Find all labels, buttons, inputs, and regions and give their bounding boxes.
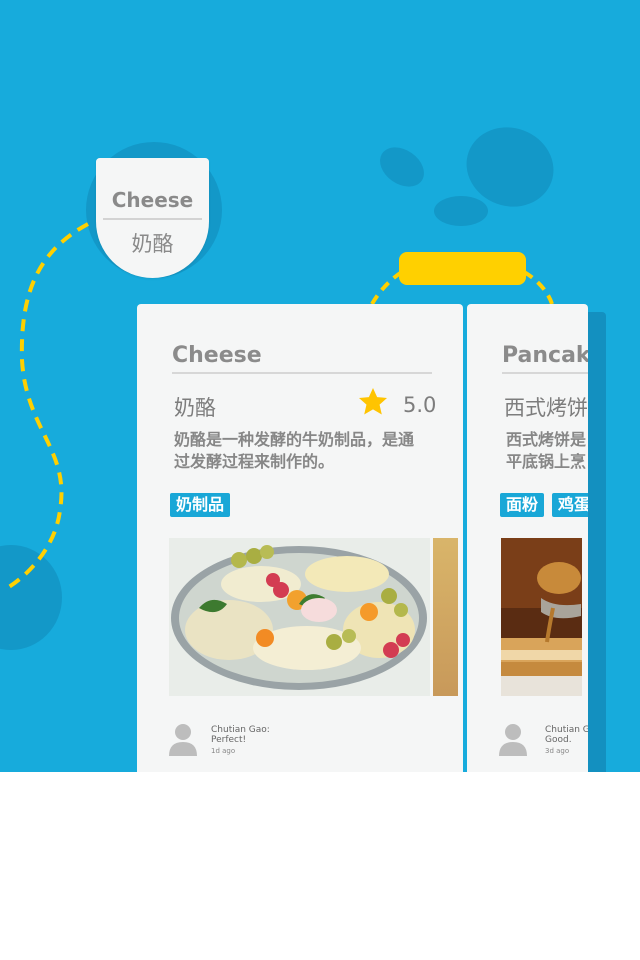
ingredient-chip[interactable]: 奶制品 [170, 493, 231, 517]
comment-text: Perfect! [211, 735, 247, 745]
card-title-en: Cheese [172, 343, 262, 368]
food-card-pancake[interactable]: Pancake 西式烤饼 西式烤饼是 平底锅上烹 面粉 鸡蛋 [467, 304, 588, 772]
divider [502, 372, 588, 374]
card-stack-edge [588, 312, 606, 772]
comment-user: Chutian G [545, 725, 588, 735]
comment-time: 1d ago [211, 747, 236, 755]
rating-value: 5.0 [403, 393, 437, 417]
comment-time: 3d ago [545, 747, 570, 755]
card-title-en: Pancake [502, 343, 588, 368]
card-description: 奶酪是一种发酵的牛奶制品，是通 过发酵过程来制作的。 [174, 430, 415, 471]
star-icon [359, 388, 387, 415]
user-avatar-icon [499, 724, 527, 756]
app-background: Cheese 奶酪 Cheese 奶酪 5.0 奶酪是一种发酵的牛奶制品，是通 … [0, 0, 640, 772]
ingredient-chip[interactable]: 鸡蛋 [552, 493, 588, 517]
food-card-cheese[interactable]: Cheese 奶酪 5.0 奶酪是一种发酵的牛奶制品，是通 过发酵过程来制作的。… [137, 304, 463, 772]
food-photo-cheese-platter [169, 538, 430, 696]
comment-text: Good. [545, 735, 572, 745]
ingredient-chip[interactable]: 面粉 [500, 493, 545, 517]
card-title-zh: 西式烤饼 [504, 396, 588, 420]
divider [172, 372, 432, 374]
card-title-zh: 奶酪 [174, 396, 216, 420]
food-photo-preview [433, 538, 458, 696]
user-avatar-icon [169, 724, 197, 756]
comment-user: Chutian Gao: [211, 725, 270, 735]
food-photo-pancake [501, 538, 582, 696]
card-description: 西式烤饼是 平底锅上烹 [506, 430, 587, 471]
